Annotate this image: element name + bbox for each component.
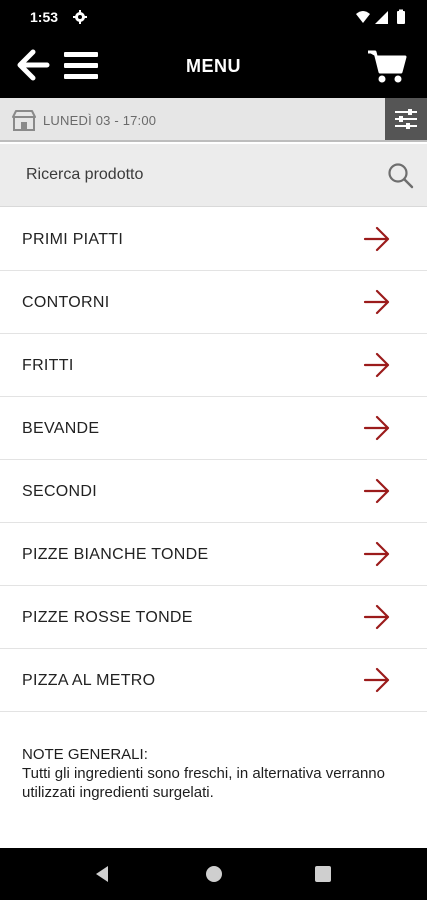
category-label: PRIMI PIATTI <box>22 231 124 248</box>
search-bar <box>0 144 427 207</box>
arrow-right-icon <box>363 541 390 567</box>
arrow-right-icon <box>363 289 390 315</box>
category-label: PIZZA AL METRO <box>22 672 156 689</box>
category-label: CONTORNI <box>22 294 110 311</box>
nav-recents-icon[interactable] <box>314 865 332 883</box>
notes-text: Tutti gli ingredienti sono freschi, in a… <box>22 765 385 801</box>
sliders-icon <box>395 109 417 129</box>
arrow-right-icon <box>363 604 390 630</box>
signal-icon <box>375 11 388 24</box>
category-label: PIZZE ROSSE TONDE <box>22 609 193 626</box>
status-icons <box>356 9 405 24</box>
system-nav-bar <box>0 848 427 900</box>
nav-back-icon[interactable] <box>92 864 112 884</box>
nav-home-icon[interactable] <box>204 864 224 884</box>
general-notes: NOTE GENERALI: Tutti gli ingredienti son… <box>22 745 412 802</box>
hamburger-menu-icon[interactable] <box>62 48 100 82</box>
category-item-pizze-rosse-tonde[interactable]: PIZZE ROSSE TONDE <box>0 586 427 649</box>
delivery-slot-bar[interactable]: LUNEDÌ 03 - 17:00 <box>0 98 427 142</box>
category-item-fritti[interactable]: FRITTI <box>0 334 427 397</box>
cart-icon[interactable] <box>367 48 407 84</box>
notes-title: NOTE GENERALI: <box>22 746 148 763</box>
status-time: 1:53 <box>30 9 59 25</box>
app-header: MENU <box>0 34 427 98</box>
arrow-right-icon <box>363 667 390 693</box>
search-input[interactable] <box>14 156 374 194</box>
arrow-right-icon <box>363 478 390 504</box>
category-item-secondi[interactable]: SECONDI <box>0 460 427 523</box>
arrow-right-icon <box>363 352 390 378</box>
search-icon[interactable] <box>387 162 415 190</box>
battery-icon <box>397 11 405 24</box>
category-label: SECONDI <box>22 483 97 500</box>
category-item-contorni[interactable]: CONTORNI <box>0 271 427 334</box>
category-label: PIZZE BIANCHE TONDE <box>22 546 209 563</box>
store-icon <box>12 110 36 131</box>
category-list: PRIMI PIATTI CONTORNI FRITTI BEVANDE SEC… <box>0 208 427 712</box>
status-bar: 1:53 <box>0 0 427 34</box>
category-label: FRITTI <box>22 357 74 374</box>
category-label: BEVANDE <box>22 420 100 437</box>
category-item-pizza-al-metro[interactable]: PIZZA AL METRO <box>0 649 427 712</box>
arrow-right-icon <box>363 226 390 252</box>
back-arrow-icon[interactable] <box>16 48 50 82</box>
delivery-slot-text: LUNEDÌ 03 - 17:00 <box>43 113 157 128</box>
filter-button[interactable] <box>385 98 427 140</box>
settings-gear-icon <box>73 10 87 24</box>
arrow-right-icon <box>363 415 390 441</box>
category-item-primi-piatti[interactable]: PRIMI PIATTI <box>0 208 427 271</box>
wifi-icon <box>356 11 370 23</box>
category-item-bevande[interactable]: BEVANDE <box>0 397 427 460</box>
category-item-pizze-bianche-tonde[interactable]: PIZZE BIANCHE TONDE <box>0 523 427 586</box>
